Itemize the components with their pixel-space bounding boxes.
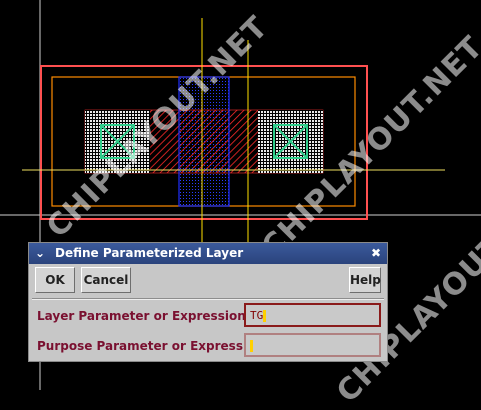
dialog-button-row: OK Cancel Help <box>32 266 384 296</box>
poly-gate <box>178 76 230 207</box>
text-caret <box>263 310 267 322</box>
dialog-titlebar[interactable]: ⌄ Define Parameterized Layer ✖ <box>29 243 387 264</box>
dialog-title: Define Parameterized Layer <box>55 246 244 260</box>
ok-button[interactable]: OK <box>35 267 75 293</box>
define-parameterized-layer-dialog: ⌄ Define Parameterized Layer ✖ OK Cancel… <box>28 242 388 362</box>
layer-parameter-label: Layer Parameter or Expression <box>37 309 246 323</box>
layer-parameter-input[interactable]: TG <box>244 303 381 327</box>
purpose-parameter-input[interactable] <box>244 333 381 357</box>
help-button[interactable]: Help <box>349 267 381 293</box>
cancel-button[interactable]: Cancel <box>81 267 131 293</box>
close-icon[interactable]: ✖ <box>369 246 383 260</box>
purpose-parameter-label: Purpose Parameter or Expression <box>37 339 264 353</box>
layer-parameter-value: TG <box>250 309 264 322</box>
chevron-down-icon[interactable]: ⌄ <box>33 246 47 260</box>
text-caret <box>250 340 253 352</box>
dialog-separator <box>32 298 384 300</box>
